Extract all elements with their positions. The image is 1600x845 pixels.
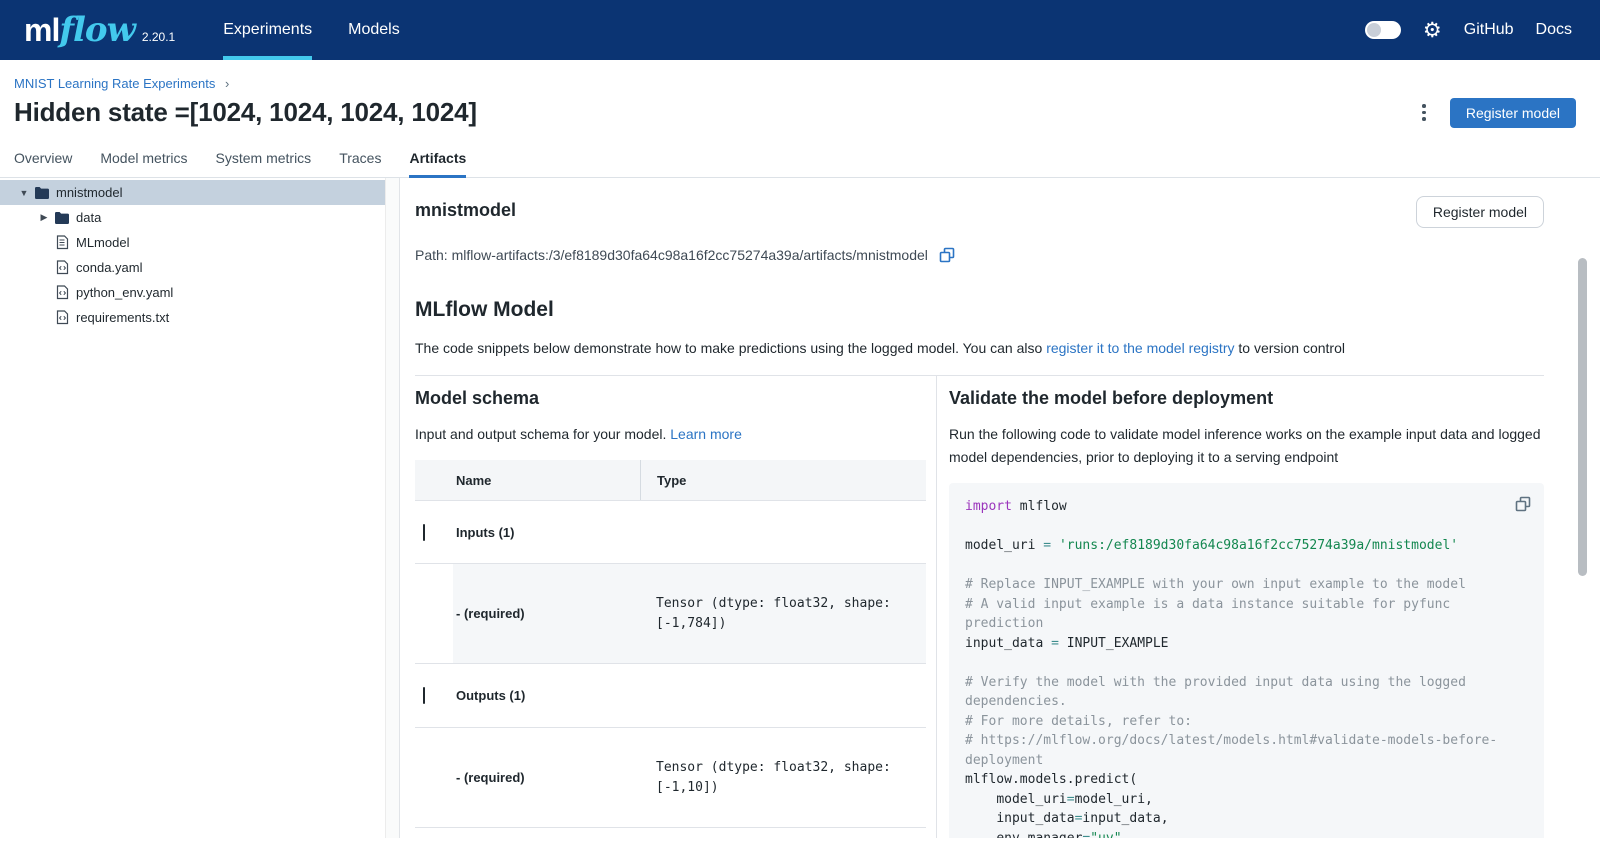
nav-link-experiments[interactable]: Experiments <box>223 0 312 60</box>
validate-description: Run the following code to validate model… <box>949 423 1544 469</box>
schema-group-label: Outputs (1) <box>453 688 640 703</box>
tab-system-metrics[interactable]: System metrics <box>216 142 312 178</box>
top-navbar: mlflow 2.20.1 Experiments Models ⚙ GitHub… <box>0 0 1600 60</box>
primary-nav: Experiments Models <box>223 0 400 60</box>
main-scrollbar[interactable] <box>1578 258 1587 576</box>
logo-ml-text: ml <box>24 12 59 49</box>
content-area: ▼ mnistmodel ▶ data MLmodel conda.yaml python_… <box>0 178 1600 838</box>
model-registry-link[interactable]: register it to the model registry <box>1046 340 1234 356</box>
version-label: 2.20.1 <box>142 30 175 44</box>
schema-group-label: Inputs (1) <box>453 525 640 540</box>
artifact-title: mnistmodel <box>415 196 516 221</box>
schema-field-name: - (required) <box>453 564 640 663</box>
schema-table: NameType Inputs (1) - (required)Tensor (dt… <box>415 460 926 828</box>
mlflow-logo[interactable]: mlflow 2.20.1 <box>24 10 175 50</box>
tree-item-mnistmodel[interactable]: ▼ mnistmodel <box>0 180 385 205</box>
github-link[interactable]: GitHub <box>1464 21 1514 39</box>
schema-group-row: Inputs (1) <box>415 500 926 564</box>
learn-more-link[interactable]: Learn more <box>670 426 742 442</box>
docs-link[interactable]: Docs <box>1536 21 1572 39</box>
gear-icon[interactable]: ⚙ <box>1423 20 1442 41</box>
register-model-button[interactable]: Register model <box>1450 98 1576 128</box>
validate-code-block: import mlflow model_uri = 'runs:/ef8189d… <box>949 483 1544 838</box>
tree-item-label: conda.yaml <box>76 260 142 275</box>
tree-item-label: mnistmodel <box>56 185 122 200</box>
tree-item-label: data <box>76 210 101 225</box>
folder-icon <box>53 210 71 226</box>
sidebar-scrollbar[interactable] <box>385 178 400 838</box>
copy-path-icon[interactable] <box>938 246 956 264</box>
file-icon <box>53 235 71 251</box>
artifact-path-row: Path: mlflow-artifacts:/3/ef8189d30fa64c… <box>415 246 1544 264</box>
tree-item-requirements-txt[interactable]: requirements.txt <box>0 305 385 330</box>
schema-field-type: Tensor (dtype: float32, shape: [-1,784]) <box>640 564 926 663</box>
tree-item-conda-yaml[interactable]: conda.yaml <box>0 255 385 280</box>
theme-toggle-knob <box>1367 23 1381 37</box>
tree-item-label: requirements.txt <box>76 310 169 325</box>
mlflow-model-description: The code snippets below demonstrate how … <box>415 338 1544 358</box>
run-title-row: Hidden state =[1024, 1024, 1024, 1024] R… <box>0 91 1600 128</box>
validate-heading: Validate the model before deployment <box>949 388 1544 409</box>
logo-flow-text: flow <box>59 10 135 50</box>
schema-group-row: Outputs (1) <box>415 664 926 728</box>
artifact-main-panel: mnistmodel Register model Path: mlflow-a… <box>400 178 1600 838</box>
folder-icon <box>33 185 51 201</box>
collapse-icon[interactable] <box>423 524 425 541</box>
tree-item-label: python_env.yaml <box>76 285 173 300</box>
model-schema-description: Input and output schema for your model. … <box>415 423 926 446</box>
tab-traces[interactable]: Traces <box>339 142 381 178</box>
breadcrumb: MNIST Learning Rate Experiments › <box>0 60 1600 91</box>
model-schema-heading: Model schema <box>415 388 926 409</box>
register-model-secondary-button[interactable]: Register model <box>1416 196 1544 228</box>
tab-model-metrics[interactable]: Model metrics <box>100 142 187 178</box>
path-label: Path: <box>415 247 448 263</box>
tab-overview[interactable]: Overview <box>14 142 72 178</box>
tree-item-data[interactable]: ▶ data <box>0 205 385 230</box>
tree-item-mlmodel[interactable]: MLmodel <box>0 230 385 255</box>
mlflow-model-heading: MLflow Model <box>415 298 1544 322</box>
collapse-icon[interactable] <box>423 687 425 704</box>
theme-toggle[interactable] <box>1365 21 1401 39</box>
caret-down-icon[interactable]: ▼ <box>16 188 32 198</box>
artifact-file-tree: ▼ mnistmodel ▶ data MLmodel conda.yaml python_… <box>0 178 385 838</box>
tree-item-python-env-yaml[interactable]: python_env.yaml <box>0 280 385 305</box>
path-value: mlflow-artifacts:/3/ef8189d30fa64c98a16f… <box>452 247 928 263</box>
caret-right-icon[interactable]: ▶ <box>36 212 52 223</box>
schema-header-row: NameType <box>415 460 926 500</box>
navbar-right-group: ⚙ GitHub Docs <box>1365 20 1572 41</box>
copy-code-icon[interactable] <box>1514 495 1532 518</box>
schema-data-row: - (required)Tensor (dtype: float32, shap… <box>415 728 926 828</box>
schema-field-type: Tensor (dtype: float32, shape: [-1,10]) <box>640 728 926 827</box>
tree-item-label: MLmodel <box>76 235 129 250</box>
model-schema-section: Model schema Input and output schema for… <box>415 376 926 838</box>
page-title: Hidden state =[1024, 1024, 1024, 1024] <box>14 97 477 128</box>
schema-data-row: - (required)Tensor (dtype: float32, shap… <box>415 564 926 664</box>
overflow-menu-icon[interactable] <box>1416 98 1432 127</box>
nav-link-models[interactable]: Models <box>348 0 400 60</box>
title-actions: Register model <box>1416 98 1576 128</box>
code-content: import mlflow model_uri = 'runs:/ef8189d… <box>965 497 1508 838</box>
tab-artifacts[interactable]: Artifacts <box>409 142 466 178</box>
validate-section: Validate the model before deployment Run… <box>937 376 1544 838</box>
file-code-icon <box>53 310 71 326</box>
breadcrumb-experiment-link[interactable]: MNIST Learning Rate Experiments <box>14 76 215 91</box>
file-code-icon <box>53 260 71 276</box>
schema-col-type: Type <box>640 460 926 500</box>
schema-col-name: Name <box>453 473 640 488</box>
file-code-icon <box>53 285 71 301</box>
run-tabs: Overview Model metrics System metrics Trace… <box>0 142 1600 178</box>
schema-field-name: - (required) <box>453 728 640 827</box>
breadcrumb-chevron-icon: › <box>225 76 229 91</box>
